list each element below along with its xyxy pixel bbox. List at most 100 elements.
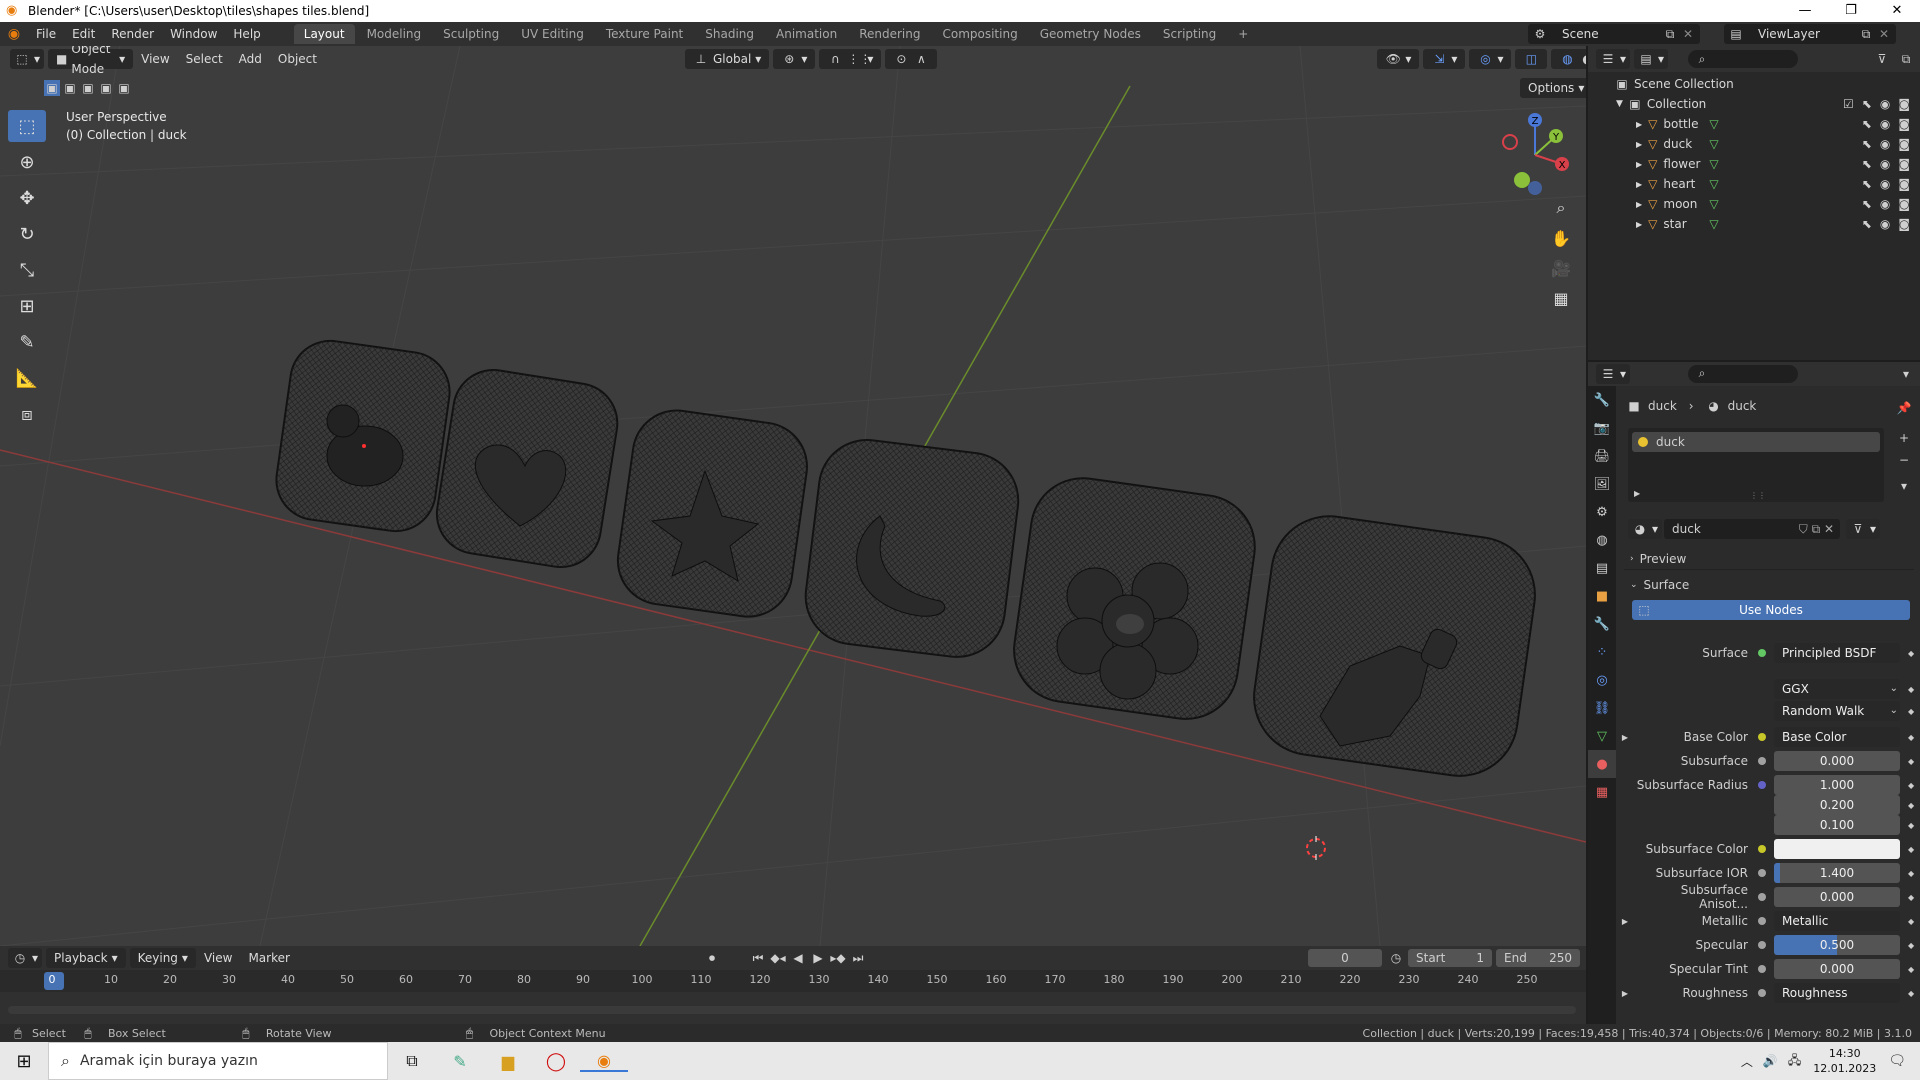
select-toggle-icon[interactable]: ⬉ xyxy=(1862,197,1872,211)
enum-dropdown[interactable]: GGX ⌄ xyxy=(1774,679,1900,699)
tray-chevron-icon[interactable]: ︿ xyxy=(1741,1053,1753,1070)
linked-node-field[interactable]: Base Color xyxy=(1774,727,1900,747)
select-toggle-icon[interactable]: ⬉ xyxy=(1862,217,1872,231)
number-field[interactable]: 1.400 xyxy=(1774,863,1900,883)
app-icon[interactable]: ✎ xyxy=(436,1052,484,1071)
keyframe-dot-icon[interactable]: ◆ xyxy=(1908,801,1914,810)
keyframe-dot-icon[interactable]: ◆ xyxy=(1908,917,1914,926)
scene-tab-icon[interactable]: ⚙ xyxy=(1588,498,1616,526)
windows-start-icon[interactable]: ⊞ xyxy=(0,1051,48,1072)
cursor-tool[interactable]: ⊕ xyxy=(8,146,46,178)
scene-collection-row[interactable]: ▣ Scene Collection xyxy=(1588,74,1920,94)
blender-menu-icon[interactable]: ◉ xyxy=(0,26,28,42)
unlink-material-icon[interactable]: ✕ xyxy=(1824,522,1834,536)
neg-x-axis-handle[interactable] xyxy=(1502,134,1518,150)
keyframe-dot-icon[interactable]: ◆ xyxy=(1908,733,1914,742)
proportional-edit-button[interactable]: ⊙ ∧ xyxy=(885,49,938,69)
use-nodes-button[interactable]: ⬚ Use Nodes xyxy=(1632,600,1910,620)
tool-tab-icon[interactable]: 🔧 xyxy=(1588,386,1616,414)
current-frame-field[interactable]: 0 xyxy=(1308,949,1382,967)
select-toggle-icon[interactable]: ⬉ xyxy=(1862,137,1872,151)
menu-help[interactable]: Help xyxy=(225,22,268,46)
render-tab-icon[interactable]: 📷 xyxy=(1588,414,1616,442)
outliner-object-row[interactable]: ▶ ▽ flower ▽ ⬉ ◉ ◙ xyxy=(1588,154,1920,174)
auto-keying-record-icon[interactable]: ⏺ xyxy=(704,950,720,966)
solid-shading-icon[interactable]: ● xyxy=(1579,51,1586,67)
render-camera-icon[interactable]: ◙ xyxy=(1898,217,1910,231)
next-keyframe-icon[interactable]: ▸◆ xyxy=(830,950,846,966)
socket-dot-icon[interactable] xyxy=(1758,801,1766,809)
keyframe-dot-icon[interactable]: ◆ xyxy=(1908,845,1914,854)
panel-surface-header[interactable]: ⌄ Surface xyxy=(1624,574,1914,596)
close-button[interactable]: ✕ xyxy=(1874,0,1920,22)
socket-dot-icon[interactable] xyxy=(1758,869,1766,877)
move-tool[interactable]: ✥ xyxy=(8,182,46,214)
tab-layout[interactable]: Layout xyxy=(293,24,355,44)
socket-dot-icon[interactable] xyxy=(1758,821,1766,829)
eye-icon[interactable]: ◉ xyxy=(1880,157,1890,171)
opera-browser-icon[interactable]: ◯ xyxy=(532,1051,580,1072)
camera-view-icon[interactable]: 🎥 xyxy=(1547,254,1575,282)
number-field[interactable]: 0.000 xyxy=(1774,959,1900,979)
expand-icon[interactable]: ▶ xyxy=(1636,200,1642,209)
keyframe-dot-icon[interactable]: ◆ xyxy=(1908,685,1914,694)
physics-tab-icon[interactable]: ◎ xyxy=(1588,666,1616,694)
render-camera-icon[interactable]: ◙ xyxy=(1898,177,1910,191)
material-name-field[interactable]: duck ⛉ ⧉ ✕ xyxy=(1664,519,1841,539)
render-camera-icon[interactable]: ◙ xyxy=(1898,97,1910,111)
tab-uv-editing[interactable]: UV Editing xyxy=(511,24,594,44)
annotate-tool[interactable]: ✎ xyxy=(8,326,46,358)
tile-duck[interactable] xyxy=(271,336,454,537)
editor-type-button[interactable]: ⬚ ▾ xyxy=(10,49,45,69)
outliner-object-row[interactable]: ▶ ▽ bottle ▽ ⬉ ◉ ◙ xyxy=(1588,114,1920,134)
number-field[interactable]: 0.000 xyxy=(1774,751,1900,771)
add-slot-icon[interactable]: + xyxy=(1896,430,1912,446)
expand-icon[interactable]: ▶ xyxy=(1636,220,1642,229)
pan-hand-icon[interactable]: ✋ xyxy=(1547,224,1575,252)
eye-icon[interactable]: ◉ xyxy=(1880,117,1890,131)
collapse-toggle-icon[interactable]: ▼ xyxy=(1616,99,1623,109)
pivot-point-button[interactable]: ⊛ ▾ xyxy=(773,49,816,69)
remove-slot-icon[interactable]: − xyxy=(1896,452,1912,468)
render-camera-icon[interactable]: ◙ xyxy=(1898,137,1910,151)
maximize-button[interactable]: ❐ xyxy=(1828,0,1874,22)
notifications-icon[interactable]: 🗨 xyxy=(1888,1053,1906,1069)
jump-end-icon[interactable]: ⏭ xyxy=(850,950,866,966)
eye-icon[interactable]: ◉ xyxy=(1880,197,1890,211)
keyframe-dot-icon[interactable]: ◆ xyxy=(1908,757,1914,766)
tile-heart[interactable] xyxy=(431,364,623,573)
minimize-button[interactable]: — xyxy=(1782,0,1828,22)
snap-button[interactable]: ∩ ⋮⋮ ▾ xyxy=(819,49,882,69)
browse-material-button[interactable]: ◕ ▾ xyxy=(1628,519,1663,539)
tile-flower[interactable] xyxy=(1007,472,1261,726)
play-icon[interactable]: ▶ xyxy=(810,950,826,966)
linked-node-field[interactable]: Roughness xyxy=(1774,983,1900,1003)
playback-menu[interactable]: Playback ▾ xyxy=(46,948,126,968)
select-toggle-icon[interactable]: ⬉ xyxy=(1862,157,1872,171)
eye-icon[interactable]: ◉ xyxy=(1880,97,1890,111)
timeline-editor-type[interactable]: ◷ ▾ xyxy=(8,948,43,968)
tab-compositing[interactable]: Compositing xyxy=(932,24,1027,44)
timeline-view-menu[interactable]: View xyxy=(196,946,240,970)
number-field[interactable]: 0.200 xyxy=(1774,795,1900,815)
select-invert-icon[interactable]: ▣ xyxy=(98,80,114,96)
shading-modes[interactable]: ◍ ● ◑ ◐▾ xyxy=(1551,49,1586,69)
delete-viewlayer-icon[interactable]: ✕ xyxy=(1876,26,1892,42)
eye-icon[interactable]: ◉ xyxy=(1880,177,1890,191)
collection-tab-icon[interactable]: ▤ xyxy=(1588,554,1616,582)
start-frame-field[interactable]: Start 1 xyxy=(1408,949,1492,967)
slot-specials-icon[interactable]: ▾ xyxy=(1896,478,1912,494)
menu-render[interactable]: Render xyxy=(103,22,162,46)
rotate-tool[interactable]: ↻ xyxy=(8,218,46,250)
number-field[interactable]: 0.000 xyxy=(1774,887,1900,907)
keyframe-dot-icon[interactable]: ◆ xyxy=(1908,869,1914,878)
gizmo-toggle-button[interactable]: ⇲ ▾ xyxy=(1423,49,1466,69)
timeline-marker-menu[interactable]: Marker xyxy=(240,946,297,970)
socket-dot-icon[interactable] xyxy=(1758,917,1766,925)
prev-keyframe-icon[interactable]: ◆◂ xyxy=(770,950,786,966)
menu-window[interactable]: Window xyxy=(162,22,225,46)
view-layer-tab-icon[interactable]: 🖼 xyxy=(1588,470,1616,498)
link-mode-button[interactable]: ⊽ ▾ xyxy=(1846,519,1881,539)
viewlayer-selector[interactable]: ▤ ViewLayer ⧉ ✕ xyxy=(1724,24,1896,44)
overlay-toggle-button[interactable]: ◎ ▾ xyxy=(1469,49,1512,69)
